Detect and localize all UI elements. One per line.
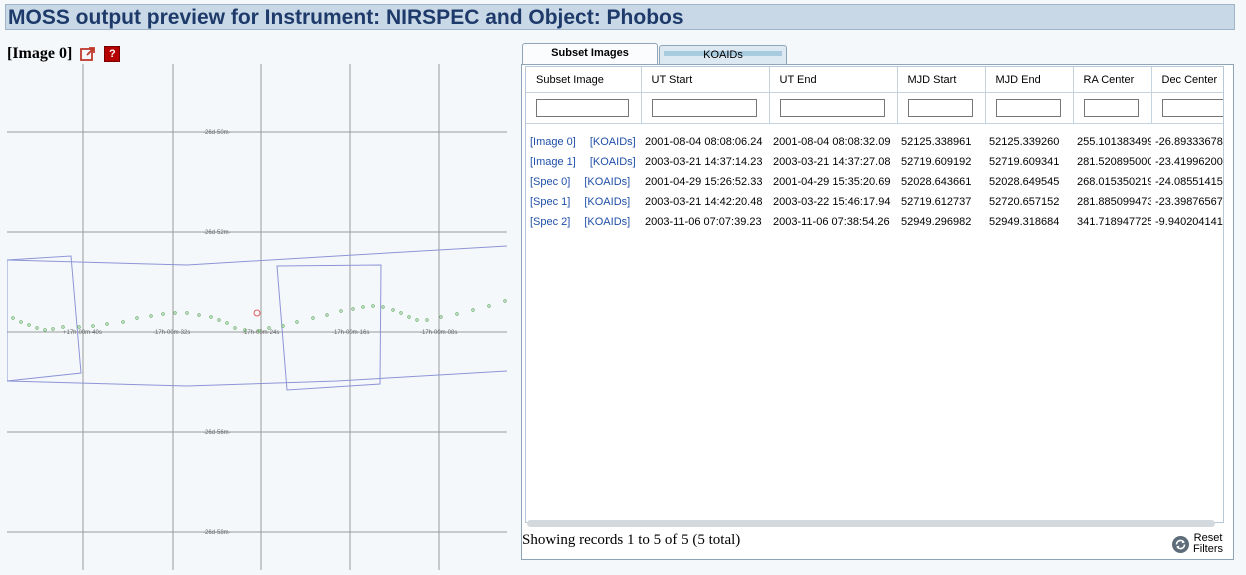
external-link-icon[interactable] [80, 46, 96, 62]
column-header[interactable]: UT End [769, 67, 898, 93]
ra-label: -17h-00m-32s [153, 330, 190, 336]
koaids-link[interactable]: [KOAIDs] [590, 136, 636, 148]
image-header: [Image 0] ? [7, 44, 121, 64]
footprint-image-0 [6, 255, 82, 382]
column-header[interactable]: MJD End [985, 67, 1074, 93]
koaids-link[interactable]: [KOAIDs] [584, 216, 630, 228]
dec-cell: -9.940204141 [1155, 216, 1223, 228]
spec-link[interactable]: [Spec 0] [530, 176, 570, 188]
mjd-start-cell: 52949.296982 [901, 216, 972, 228]
table-row: [Spec 0] [KOAIDs] 2001-04-29 15:26:52.33 … [526, 172, 1223, 192]
dec-label: -26d-58m- [203, 530, 231, 536]
results-table: Subset Image UT Start UT End MJD Start M… [526, 67, 1223, 232]
target-marker [253, 309, 261, 317]
results-panel: Subset Image UT Start UT End MJD Start M… [521, 64, 1234, 560]
mjd-end-cell: 52720.657152 [989, 196, 1060, 208]
column-header[interactable]: MJD Start [897, 67, 986, 93]
mjd-end-cell: 52719.609341 [989, 156, 1060, 168]
filter-input[interactable] [907, 99, 973, 117]
column-header[interactable]: UT Start [641, 67, 770, 93]
table-row: [Spec 2] [KOAIDs] 2003-11-06 07:07:39.23 … [526, 212, 1223, 232]
title-bar: MOSS output preview for Instrument: NIRS… [5, 4, 1235, 30]
ra-label: +17h-00m-40s [63, 330, 102, 336]
koaids-link[interactable]: [KOAIDs] [584, 196, 630, 208]
tab-label: Subset Images [551, 47, 629, 59]
tab-koaids[interactable]: KOAIDs [659, 45, 787, 65]
filter-input[interactable] [995, 99, 1061, 117]
header-row: Subset Image UT Start UT End MJD Start M… [526, 67, 1223, 93]
reset-label-line2: Filters [1193, 543, 1223, 555]
help-icon[interactable]: ? [104, 46, 121, 62]
dec-cell: -26.89333678 [1155, 136, 1223, 148]
dec-cell: -24.08551415 [1155, 176, 1223, 188]
koaids-link[interactable]: [KOAIDs] [590, 156, 636, 168]
ra-cell: 268.015350219 [1077, 176, 1151, 188]
tab-subset-images[interactable]: Subset Images [522, 43, 658, 65]
column-header[interactable]: RA Center [1073, 67, 1152, 93]
status-text: Showing records 1 to 5 of 5 (5 total) [522, 532, 741, 548]
table-row: [Image 1] [KOAIDs] 2003-03-21 14:37:14.23… [526, 152, 1223, 172]
footprint-image-1 [276, 264, 382, 391]
ut-start-cell: 2003-11-06 07:07:39.23 [645, 216, 762, 228]
ra-cell: 281.520895000 [1077, 156, 1151, 168]
ephemeris-track [11, 299, 507, 333]
filter-input[interactable] [536, 99, 629, 117]
reset-filters-button[interactable]: Reset Filters [1172, 533, 1223, 555]
filter-row [526, 92, 1223, 124]
image-link[interactable]: [Image 1] [530, 156, 576, 168]
ut-end-cell: 2003-03-21 14:37:27.08 [773, 156, 891, 168]
ra-label: -17h-00m-16s [332, 330, 369, 336]
column-header[interactable]: Subset Image [526, 67, 642, 93]
ut-end-cell: 2001-04-29 15:35:20.69 [773, 176, 891, 188]
dec-label: -26d-50m- [203, 130, 231, 136]
filter-input[interactable] [779, 99, 885, 117]
sky-plot: -26d-50m- -26d-52m- -26d-56m- -26d-58m- … [6, 64, 508, 570]
horizontal-scrollbar[interactable] [527, 520, 1215, 527]
mjd-start-cell: 52719.612737 [901, 196, 972, 208]
ut-end-cell: 2003-03-22 15:46:17.94 [773, 196, 891, 208]
ut-start-cell: 2001-04-29 15:26:52.33 [645, 176, 763, 188]
table-row: [Spec 1] [KOAIDs] 2003-03-21 14:42:20.48 … [526, 192, 1223, 212]
table-row: [Image 0] [KOAIDs] 2001-08-04 08:08:06.24… [526, 132, 1223, 152]
ut-start-cell: 2001-08-04 08:08:06.24 [645, 136, 763, 148]
reset-label: Reset Filters [1193, 533, 1223, 555]
image-label: [Image 0] [7, 45, 73, 62]
ut-start-cell: 2003-03-21 14:42:20.48 [645, 196, 763, 208]
mjd-start-cell: 52125.338961 [901, 136, 972, 148]
filter-input[interactable] [651, 99, 757, 117]
ut-start-cell: 2003-03-21 14:37:14.23 [645, 156, 763, 168]
footprint-spec-top [6, 245, 508, 266]
image-link[interactable]: [Image 0] [530, 136, 576, 148]
ut-end-cell: 2003-11-06 07:38:54.26 [773, 216, 890, 228]
results-table-viewport: Subset Image UT Start UT End MJD Start M… [525, 66, 1224, 523]
mjd-end-cell: 52949.318684 [989, 216, 1060, 228]
page-title: MOSS output preview for Instrument: NIRS… [8, 6, 684, 29]
dec-cell: -23.39876567 [1155, 196, 1223, 208]
spec-link[interactable]: [Spec 2] [530, 216, 570, 228]
mjd-end-cell: 52028.649545 [989, 176, 1060, 188]
ra-label: -17h-00m-08s [420, 330, 457, 336]
spec-link[interactable]: [Spec 1] [530, 196, 570, 208]
ra-cell: 255.101383499 [1077, 136, 1151, 148]
filter-input[interactable] [1161, 99, 1223, 117]
footprint-spec-bottom [6, 370, 508, 387]
mjd-start-cell: 52028.643661 [901, 176, 972, 188]
mjd-start-cell: 52719.609192 [901, 156, 972, 168]
ut-end-cell: 2001-08-04 08:08:32.09 [773, 136, 891, 148]
dec-cell: -23.41996200 [1155, 156, 1223, 168]
mjd-end-cell: 52125.339260 [989, 136, 1060, 148]
dec-label: -26d-52m- [203, 230, 231, 236]
filter-input[interactable] [1083, 99, 1139, 117]
koaids-link[interactable]: [KOAIDs] [584, 176, 630, 188]
dec-label: -26d-56m- [203, 430, 231, 436]
tab-label: KOAIDs [703, 49, 743, 61]
ra-cell: 281.885099473 [1077, 196, 1151, 208]
refresh-icon [1172, 535, 1190, 553]
sky-plot-canvas: -26d-50m- -26d-52m- -26d-56m- -26d-58m- … [6, 64, 508, 570]
column-header[interactable]: Dec Center [1151, 67, 1223, 93]
ra-cell: 341.718947725 [1077, 216, 1151, 228]
